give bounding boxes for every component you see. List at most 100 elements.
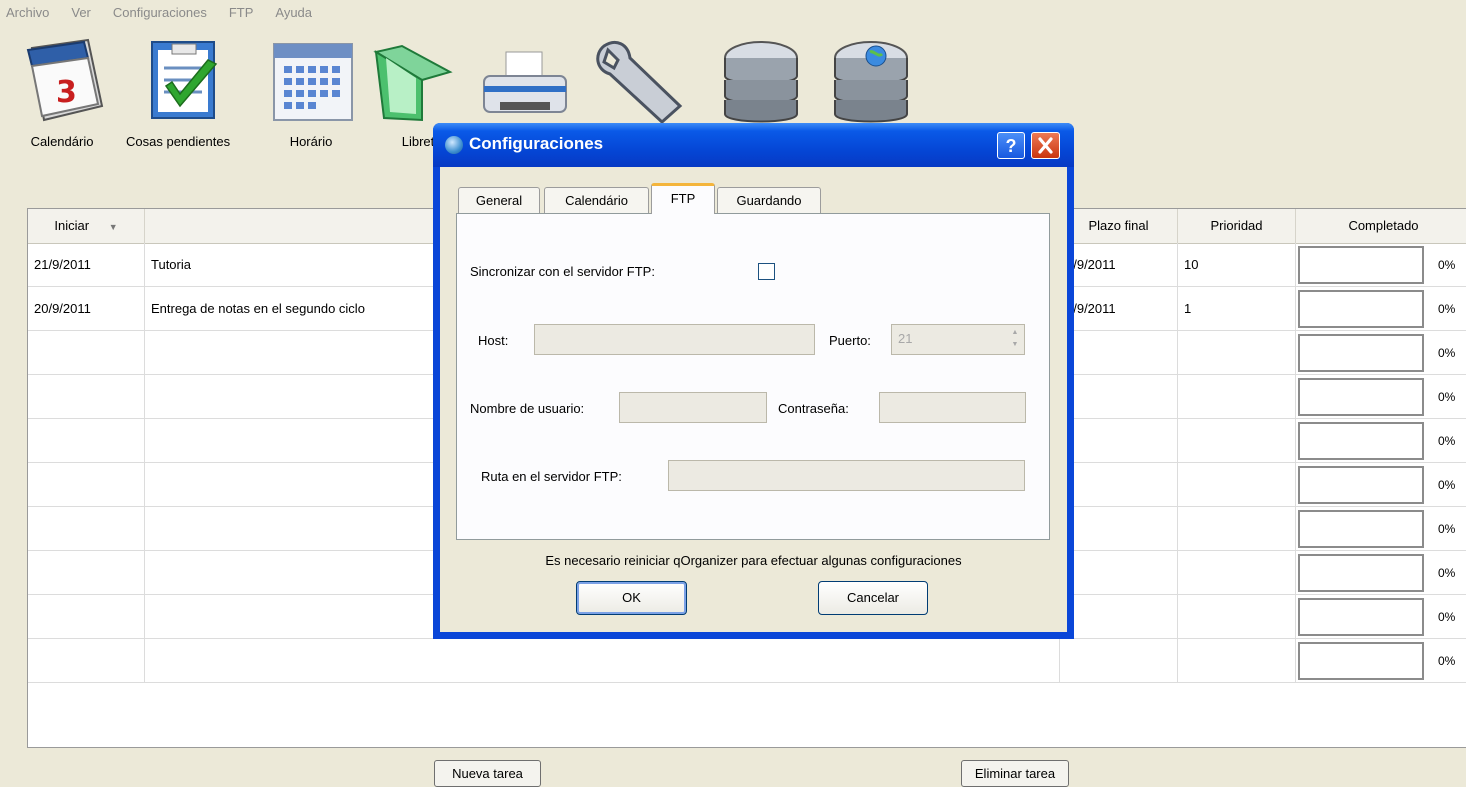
cell-priority[interactable] (1178, 463, 1296, 507)
cell-priority[interactable] (1178, 639, 1296, 683)
progress-percent: 0% (1438, 566, 1456, 580)
cell-completed: 0% (1296, 419, 1466, 463)
cell-deadline[interactable]: 1/9/2011 (1060, 287, 1178, 331)
username-input[interactable] (619, 392, 767, 423)
cell-deadline[interactable] (1060, 375, 1178, 419)
app-icon (445, 136, 463, 154)
cell-start[interactable] (28, 507, 145, 551)
cell-deadline[interactable] (1060, 595, 1178, 639)
cell-completed: 0% (1296, 551, 1466, 595)
database-globe-icon (834, 41, 908, 123)
menu-ftp[interactable]: FTP (229, 5, 254, 20)
cell-start[interactable]: 20/9/2011 (28, 287, 145, 331)
toolbar-notebook-label: Libret (401, 134, 435, 149)
cell-completed: 0% (1296, 507, 1466, 551)
menu-configuraciones[interactable]: Configuraciones (113, 5, 207, 20)
cell-deadline[interactable] (1060, 507, 1178, 551)
column-header-completed[interactable]: Completado (1296, 209, 1466, 243)
username-label: Nombre de usuario: (470, 401, 585, 416)
spin-arrows-icon[interactable]: ▲ ▼ (1008, 327, 1022, 352)
cell-deadline[interactable] (1060, 639, 1178, 683)
progress-bar (1298, 598, 1424, 636)
cell-start[interactable] (28, 375, 145, 419)
cell-start[interactable] (28, 595, 145, 639)
cell-start[interactable] (28, 419, 145, 463)
tab-calendar[interactable]: Calendário (544, 187, 649, 213)
progress-percent: 0% (1438, 654, 1456, 668)
ftp-path-input[interactable] (668, 460, 1025, 491)
cell-completed: 0% (1296, 595, 1466, 639)
wrench-icon (596, 41, 683, 125)
cell-start[interactable]: 21/9/2011 (28, 243, 145, 287)
cell-completed: 0% (1296, 287, 1466, 331)
cell-task[interactable] (145, 639, 1060, 683)
calendar-icon: 3 (26, 38, 104, 122)
cell-priority[interactable] (1178, 331, 1296, 375)
cell-priority[interactable] (1178, 551, 1296, 595)
printer-icon (483, 51, 567, 113)
cell-deadline[interactable]: 5/9/2011 (1060, 243, 1178, 287)
progress-bar (1298, 510, 1424, 548)
progress-bar (1298, 554, 1424, 592)
toolbar-print-button[interactable] (478, 34, 572, 126)
progress-percent: 0% (1438, 522, 1456, 536)
restart-note: Es necesario reiniciar qOrganizer para e… (545, 553, 962, 568)
password-label: Contraseña: (778, 401, 849, 416)
cell-priority[interactable] (1178, 375, 1296, 419)
host-label: Host: (478, 333, 509, 348)
column-header-priority[interactable]: Prioridad (1178, 209, 1296, 243)
cell-completed: 0% (1296, 331, 1466, 375)
cell-completed: 0% (1296, 243, 1466, 287)
cell-priority[interactable]: 1 (1178, 287, 1296, 331)
toolbar-todo-button[interactable]: Cosas pendientes (126, 34, 230, 149)
progress-bar (1298, 422, 1424, 460)
toolbar-settings-button[interactable] (590, 34, 694, 126)
cell-deadline[interactable] (1060, 551, 1178, 595)
tab-ftp[interactable]: FTP (651, 183, 715, 214)
cell-priority[interactable] (1178, 595, 1296, 639)
progress-percent: 0% (1438, 346, 1456, 360)
toolbar-schedule-label: Horário (289, 134, 333, 149)
cell-start[interactable] (28, 639, 145, 683)
port-spinbox[interactable]: 21 ▲ ▼ (891, 324, 1025, 355)
ftp-sync-checkbox[interactable] (758, 263, 775, 280)
table-row[interactable]: 0% (28, 639, 1466, 683)
cell-priority[interactable]: 10 (1178, 243, 1296, 287)
toolbar-database-button[interactable] (716, 34, 806, 126)
tab-general[interactable]: General (458, 187, 540, 213)
progress-percent: 0% (1438, 258, 1456, 272)
progress-bar (1298, 378, 1424, 416)
password-input[interactable] (879, 392, 1026, 423)
menu-archivo[interactable]: Archivo (6, 5, 49, 20)
cell-deadline[interactable] (1060, 331, 1178, 375)
host-input[interactable] (534, 324, 815, 355)
cell-start[interactable] (28, 463, 145, 507)
progress-percent: 0% (1438, 478, 1456, 492)
toolbar-calendar-button[interactable]: 3 Calendário (18, 34, 106, 149)
cancel-button[interactable]: Cancelar (818, 581, 928, 615)
column-header-start[interactable]: Iniciar ▼ (28, 209, 145, 243)
toolbar-schedule-button[interactable]: Horário (266, 34, 356, 149)
help-button[interactable]: ? (997, 132, 1025, 159)
cell-start[interactable] (28, 331, 145, 375)
cell-priority[interactable] (1178, 419, 1296, 463)
menu-bar: Archivo Ver Configuraciones FTP Ayuda (0, 0, 1466, 24)
progress-percent: 0% (1438, 302, 1456, 316)
cell-completed: 0% (1296, 375, 1466, 419)
new-task-button[interactable]: Nueva tarea (434, 760, 541, 787)
cell-deadline[interactable] (1060, 419, 1178, 463)
cell-start[interactable] (28, 551, 145, 595)
column-header-deadline[interactable]: Plazo final (1060, 209, 1178, 243)
progress-bar (1298, 466, 1424, 504)
cell-priority[interactable] (1178, 507, 1296, 551)
ok-button[interactable]: OK (576, 581, 687, 615)
menu-ayuda[interactable]: Ayuda (275, 5, 312, 20)
close-button[interactable] (1031, 132, 1060, 159)
tab-saving[interactable]: Guardando (717, 187, 821, 213)
toolbar-database-globe-button[interactable] (826, 34, 916, 126)
dialog-titlebar[interactable]: Configuraciones ? (433, 123, 1074, 167)
cell-deadline[interactable] (1060, 463, 1178, 507)
settings-dialog: Configuraciones ? General Calendário FTP… (433, 123, 1074, 639)
delete-task-button[interactable]: Eliminar tarea (961, 760, 1069, 787)
menu-ver[interactable]: Ver (71, 5, 91, 20)
